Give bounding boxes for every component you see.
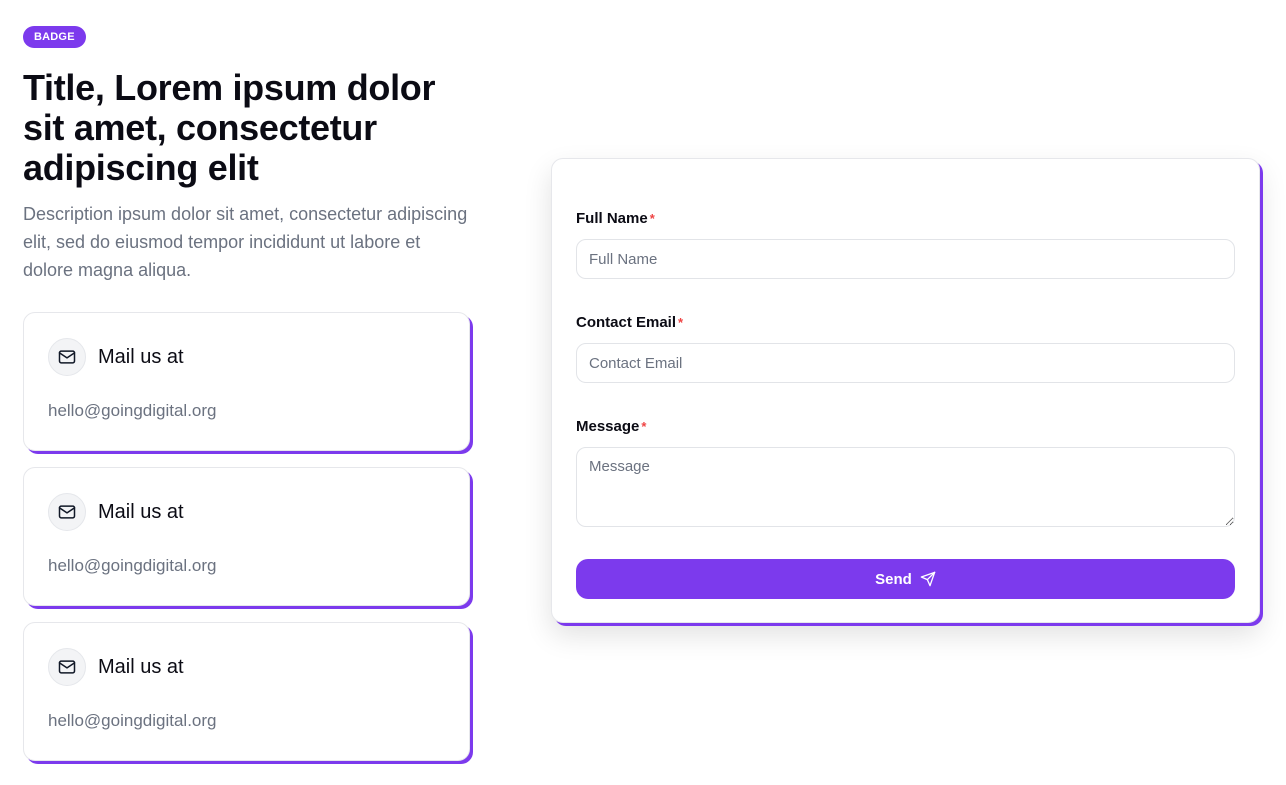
send-icon [920,571,936,587]
mail-icon [48,493,86,531]
contact-card-title: Mail us at [98,345,184,368]
contact-email-label-text: Contact Email [576,314,677,331]
badge: BADGE [23,26,86,48]
required-marker: * [678,315,684,330]
contact-card-title: Mail us at [98,655,184,678]
contact-card-header: Mail us at [48,648,184,686]
contact-email-input[interactable] [576,343,1235,383]
message-label-text: Message [576,418,640,435]
contact-card-header: Mail us at [48,338,184,376]
contact-email-link[interactable]: hello@goingdigital.org [48,556,216,576]
mail-icon [48,648,86,686]
contact-form: Full Name* Contact Email* Message* Send [551,158,1260,623]
contact-card: Mail us at hello@goingdigital.org [23,622,470,761]
hero-section: BADGE Title, Lorem ipsum dolor sit amet,… [23,26,470,284]
contact-card-title: Mail us at [98,500,184,523]
contact-card-header: Mail us at [48,493,184,531]
required-marker: * [649,211,655,226]
full-name-input[interactable] [576,239,1235,279]
message-label: Message * [576,418,646,435]
contact-card: Mail us at hello@goingdigital.org [23,312,470,451]
page-title: Title, Lorem ipsum dolor sit amet, conse… [23,67,436,188]
contact-email-label: Contact Email * [576,314,683,331]
full-name-label-text: Full Name [576,210,648,227]
contact-cards: Mail us at hello@goingdigital.org Mail u… [23,312,470,777]
contact-email-link[interactable]: hello@goingdigital.org [48,711,216,731]
mail-icon [48,338,86,376]
contact-email-link[interactable]: hello@goingdigital.org [48,401,216,421]
contact-card: Mail us at hello@goingdigital.org [23,467,470,606]
send-button[interactable]: Send [576,559,1235,599]
page-description: Description ipsum dolor sit amet, consec… [23,204,468,280]
message-textarea[interactable] [576,447,1235,527]
send-button-label: Send [875,570,912,588]
full-name-label: Full Name * [576,210,655,227]
required-marker: * [641,419,647,434]
